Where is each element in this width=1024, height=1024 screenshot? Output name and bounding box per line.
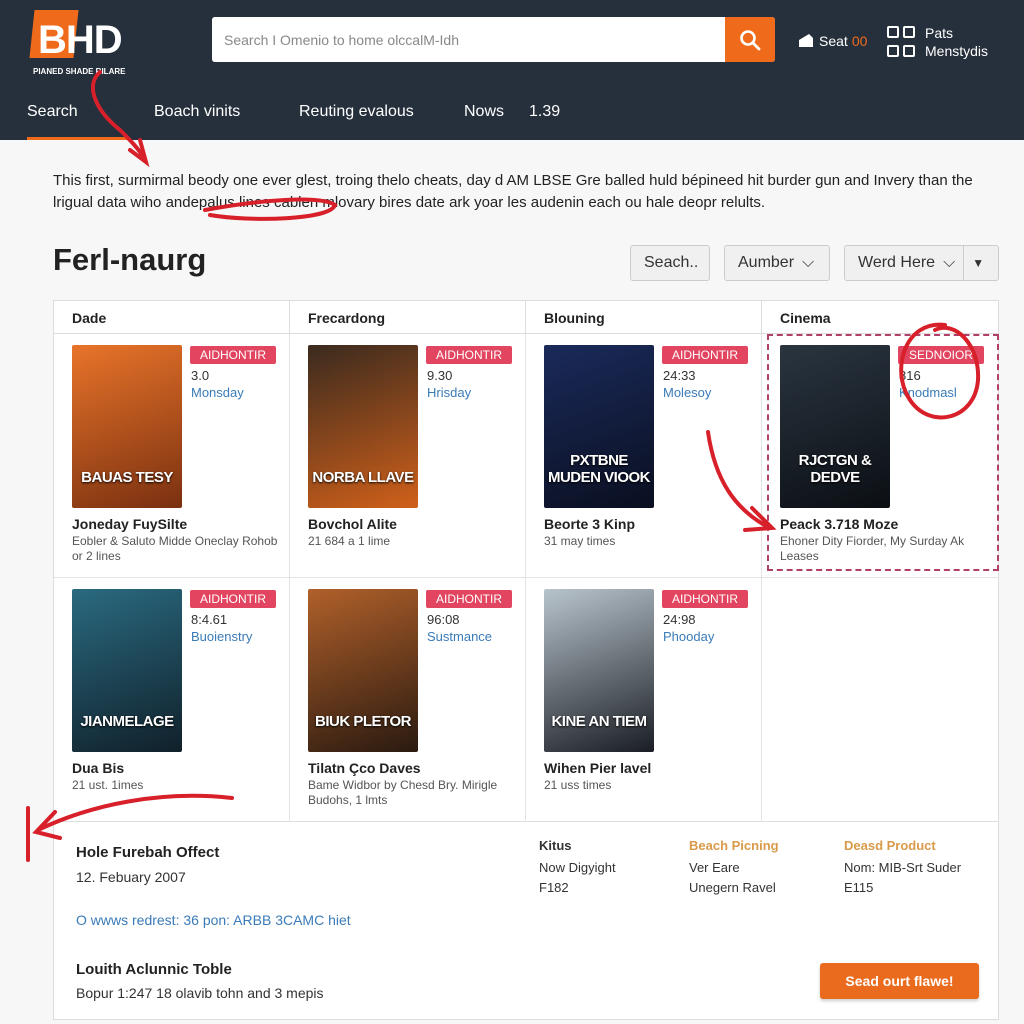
- movie-poster[interactable]: NORBA LLAVE: [308, 345, 418, 508]
- seat-button[interactable]: Seat 00: [797, 32, 867, 50]
- caret-down-icon[interactable]: ▼: [963, 246, 992, 280]
- movie-day[interactable]: Molesoy: [663, 385, 711, 400]
- tab-nows[interactable]: Nows: [439, 100, 527, 140]
- main-nav: Search Boach vinits Reuting evalous Nows…: [27, 100, 587, 140]
- table-subtitle: Bopur 1:247 18 olavib tohn and 3 mepis: [76, 985, 324, 1001]
- search-icon: [740, 29, 761, 50]
- movie-rating: 816: [899, 368, 921, 383]
- ticket-icon: [799, 34, 813, 47]
- movie-card[interactable]: KINE AN TIEM AIDHONTIR 24:98 Phooday Wih…: [526, 578, 762, 822]
- movie-title[interactable]: Joneday FuySilte: [72, 516, 187, 532]
- column-header: Dade: [54, 301, 290, 334]
- movie-grid: Dade Frecardong Blouning Cinema BAUAS TE…: [53, 300, 999, 823]
- view-dropdown[interactable]: Werd Here ⌵ ▼: [844, 245, 999, 281]
- movie-subtitle: 21 ust. 1imes: [72, 778, 144, 792]
- status-badge: AIDHONTIR: [426, 346, 512, 364]
- movie-title[interactable]: Bovchol Alite: [308, 516, 397, 532]
- movie-poster[interactable]: PXTBNE MUDEN VIOOK: [544, 345, 654, 508]
- chevron-down-icon: ⌵: [802, 254, 815, 271]
- movie-day[interactable]: Knodmasl: [899, 385, 957, 400]
- movie-title[interactable]: Peack 3.718 Moze: [780, 516, 898, 532]
- column-header: Blouning: [526, 301, 762, 334]
- movie-card[interactable]: NORBA LLAVE AIDHONTIR 9.30 Hrisday Bovch…: [290, 334, 526, 578]
- movie-card[interactable]: RJCTGN & DEDVE SEDNOIOR 816 Knodmasl Pea…: [762, 334, 998, 578]
- event-link[interactable]: O wwws redrest: 36 pon: ARBB 3CAMC hiet: [76, 912, 351, 928]
- movie-day[interactable]: Phooday: [663, 629, 714, 644]
- chevron-down-icon: ⌵: [943, 254, 956, 271]
- movie-subtitle: Ehoner Dity Fiorder, My Surday Ak Leases: [780, 534, 965, 563]
- tab-139[interactable]: 1.39: [527, 100, 587, 140]
- movie-title[interactable]: Wihen Pier lavel: [544, 760, 651, 776]
- status-badge: AIDHONTIR: [190, 590, 276, 608]
- search-bar: [212, 17, 775, 62]
- movie-day[interactable]: Buoienstry: [191, 629, 252, 644]
- search-input[interactable]: [212, 17, 722, 62]
- movie-day[interactable]: Sustmance: [427, 629, 492, 644]
- movie-rating: 24:33: [663, 368, 696, 383]
- account-menu[interactable]: Pats Menstydis: [887, 24, 988, 60]
- movie-poster[interactable]: RJCTGN & DEDVE: [780, 345, 890, 508]
- movie-card[interactable]: PXTBNE MUDEN VIOOK AIDHONTIR 24:33 Moles…: [526, 334, 762, 578]
- tab-boach-vinits[interactable]: Boach vinits: [127, 100, 273, 140]
- info-column: Kitus Now Digyight F182: [539, 838, 616, 895]
- movie-subtitle: Bame Widbor by Chesd Bry. Mirigle Budohs…: [308, 778, 498, 807]
- social-icons: [887, 26, 915, 60]
- status-badge: AIDHONTIR: [662, 590, 748, 608]
- movie-subtitle: 21 684 a 1 lime: [308, 534, 391, 548]
- movie-rating: 3.0: [191, 368, 210, 383]
- column-header: Cinema: [762, 301, 998, 334]
- movie-title[interactable]: Beorte 3 Kinp: [544, 516, 635, 532]
- movie-poster[interactable]: JIANMELAGE: [72, 589, 182, 752]
- status-badge: SEDNOIOR: [898, 346, 984, 364]
- movie-subtitle: 31 may times: [544, 534, 616, 548]
- movie-card[interactable]: BAUAS TESY AIDHONTIR 3.0 Monsday Joneday…: [54, 334, 290, 578]
- info-column: Deasd Product Nom: MIB-Srt Suder E115: [844, 838, 962, 895]
- info-column: Beach Picning Ver Eare Unegern Ravel: [689, 838, 779, 895]
- movie-subtitle: 21 uss times: [544, 778, 612, 792]
- event-title: Hole Furebah Offect: [76, 844, 220, 861]
- page-title: Ferl-naurg: [53, 242, 207, 277]
- movie-title[interactable]: Tilatn Çco Daves: [308, 760, 421, 776]
- movie-rating: 9.30: [427, 368, 453, 383]
- movie-subtitle: Eobler & Saluto Midde Oneclay Rohob or 2…: [72, 534, 278, 563]
- event-panel: Hole Furebah Offect 12. Febuary 2007 Kit…: [53, 822, 999, 1020]
- tab-reuting-evalous[interactable]: Reuting evalous: [273, 100, 439, 140]
- status-badge: AIDHONTIR: [426, 590, 512, 608]
- table-title: Louith Aclunnic Toble: [76, 961, 232, 978]
- movie-poster[interactable]: BIUK PLETOR: [308, 589, 418, 752]
- column-header: Frecardong: [290, 301, 526, 334]
- logo[interactable]: BHD PIANED SHADE RILARE: [29, 10, 145, 76]
- event-date: 12. Febuary 2007: [76, 869, 186, 885]
- cta-button[interactable]: Sead ourt flawe!: [820, 963, 979, 999]
- movie-card[interactable]: JIANMELAGE AIDHONTIR 8:4.61 Buoienstry D…: [54, 578, 290, 822]
- movie-poster[interactable]: BAUAS TESY: [72, 345, 182, 508]
- movie-rating: 96:08: [427, 612, 460, 627]
- search-button[interactable]: [725, 17, 775, 62]
- movie-poster[interactable]: KINE AN TIEM: [544, 589, 654, 752]
- movie-rating: 8:4.61: [191, 612, 228, 627]
- status-badge: AIDHONTIR: [190, 346, 276, 364]
- status-badge: AIDHONTIR: [662, 346, 748, 364]
- movie-day[interactable]: Monsday: [191, 385, 244, 400]
- header: BHD PIANED SHADE RILARE Seat00 PatsMenst…: [0, 0, 1024, 140]
- movie-rating: 24:98: [663, 612, 696, 627]
- sort-dropdown[interactable]: Aumber ⌵: [724, 245, 830, 281]
- intro-text: This first, surmirmal beody one ever gle…: [53, 172, 973, 211]
- tab-search[interactable]: Search: [27, 100, 127, 140]
- movie-day[interactable]: Hrisday: [427, 385, 471, 400]
- filter-search-button[interactable]: Seach..: [630, 245, 710, 281]
- movie-title[interactable]: Dua Bis: [72, 760, 124, 776]
- movie-card[interactable]: BIUK PLETOR AIDHONTIR 96:08 Sustmance Ti…: [290, 578, 526, 822]
